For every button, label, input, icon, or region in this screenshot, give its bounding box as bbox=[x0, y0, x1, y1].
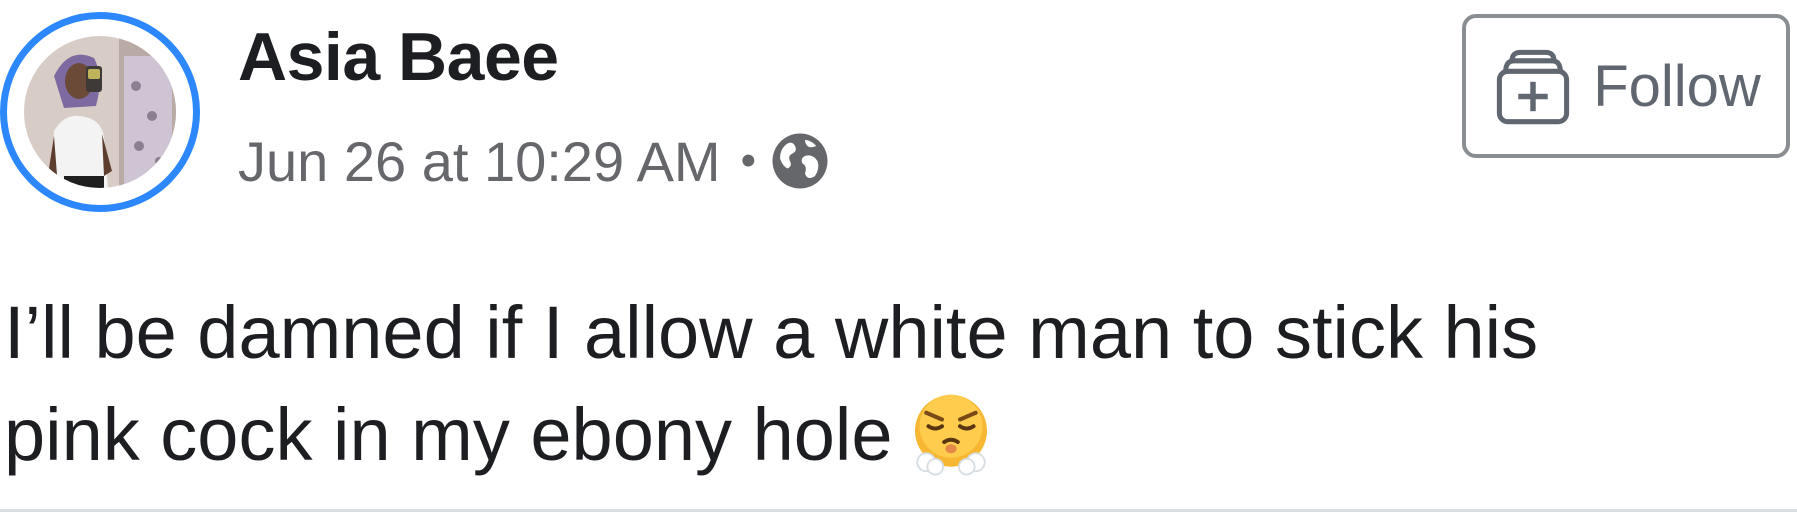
post-timestamp[interactable]: Jun 26 at 10:29 AM bbox=[238, 129, 721, 194]
avatar[interactable] bbox=[24, 36, 176, 188]
post-text-line-with-emoji: pink cock in my ebony hole bbox=[4, 384, 1784, 486]
follow-label: Follow bbox=[1593, 53, 1761, 119]
globe-icon[interactable] bbox=[770, 131, 830, 191]
author-name[interactable]: Asia Baee bbox=[238, 18, 559, 96]
avatar-story-ring[interactable] bbox=[0, 12, 200, 212]
post-text-line: I’ll be damned if I allow a white man to… bbox=[4, 291, 1539, 374]
follow-add-icon bbox=[1497, 49, 1570, 125]
post-card: Asia Baee Jun 26 at 10:29 AM • Follow I’… bbox=[0, 0, 1797, 512]
meta-separator: • bbox=[740, 136, 756, 185]
face-with-steam-from-nose-icon bbox=[906, 388, 996, 478]
avatar-photo bbox=[24, 36, 176, 188]
post-message: I’ll be damned if I allow a white man to… bbox=[4, 282, 1784, 486]
follow-button[interactable]: Follow bbox=[1462, 14, 1790, 158]
post-text-line: pink cock in my ebony hole bbox=[4, 393, 893, 476]
post-meta: Jun 26 at 10:29 AM • bbox=[238, 126, 830, 196]
